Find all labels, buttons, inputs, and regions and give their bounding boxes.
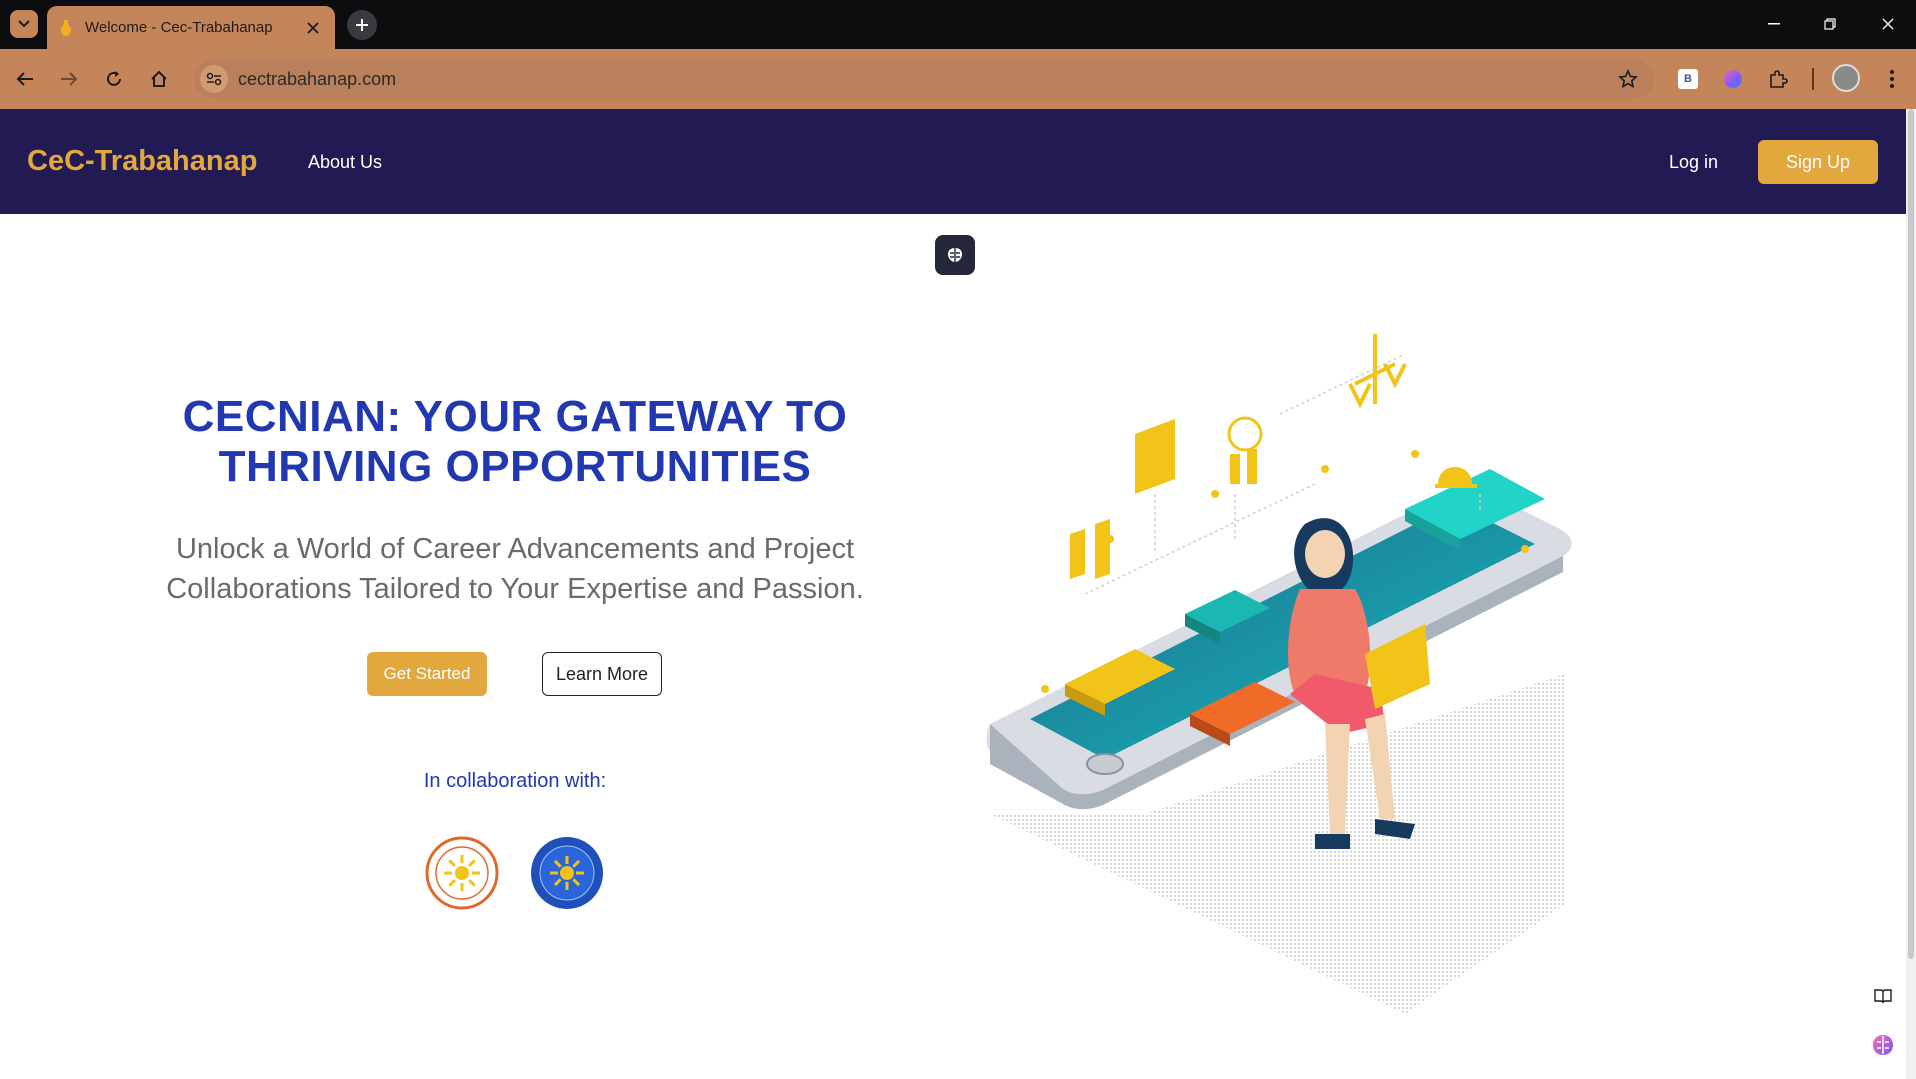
back-button[interactable] bbox=[9, 63, 41, 95]
reload-icon bbox=[107, 71, 121, 86]
hero-title: CECNIAN: YOUR GATEWAY TO THRIVING OPPORT… bbox=[100, 392, 930, 492]
toolbar-divider bbox=[1812, 68, 1814, 90]
page-viewport: CeC-Trabahanap About Us Log in Sign Up C… bbox=[0, 109, 1906, 1079]
b-extension-icon: B bbox=[1678, 69, 1698, 89]
scrollbar-thumb[interactable] bbox=[1908, 109, 1914, 959]
hero-subtitle-line-1: Unlock a World of Career Advancements an… bbox=[175, 533, 855, 565]
tab-list-button[interactable] bbox=[10, 10, 38, 38]
brain-icon bbox=[948, 248, 962, 262]
forward-button[interactable] bbox=[53, 63, 85, 95]
address-bar[interactable]: cectrabahanap.com bbox=[194, 59, 1654, 99]
close-icon bbox=[1882, 18, 1894, 30]
book-icon bbox=[1874, 989, 1892, 1004]
close-window-button[interactable] bbox=[1866, 8, 1910, 40]
site-brand-logo[interactable]: CeC-Trabahanap bbox=[27, 145, 257, 178]
chevron-down-icon bbox=[18, 20, 30, 28]
profile-avatar[interactable] bbox=[1832, 64, 1860, 92]
tune-icon bbox=[206, 72, 222, 86]
nav-about-link[interactable]: About Us bbox=[308, 152, 382, 173]
cristal-college-logo bbox=[425, 836, 499, 910]
hero-subtitle: Unlock a World of Career Advancements an… bbox=[130, 529, 900, 609]
b-extension-button[interactable]: B bbox=[1673, 64, 1703, 94]
browser-toolbar: cectrabahanap.com B bbox=[0, 49, 1916, 109]
tab-close-icon[interactable] bbox=[303, 18, 323, 38]
plus-icon bbox=[356, 19, 368, 31]
reload-button[interactable] bbox=[98, 63, 130, 95]
ai-brain-icon bbox=[1873, 1035, 1893, 1055]
hero-title-line-1: CECNIAN: YOUR GATEWAY TO bbox=[182, 392, 848, 441]
restore-button[interactable] bbox=[1808, 8, 1852, 40]
browser-tab[interactable]: Welcome - Cec-Trabahanap bbox=[47, 6, 335, 49]
home-button[interactable] bbox=[143, 63, 175, 95]
learn-more-button[interactable]: Learn More bbox=[542, 652, 662, 696]
restore-icon bbox=[1824, 18, 1836, 30]
minimize-button[interactable] bbox=[1752, 8, 1796, 40]
arrow-left-icon bbox=[16, 72, 33, 86]
extensions-button[interactable] bbox=[1763, 64, 1793, 94]
login-link[interactable]: Log in bbox=[1669, 152, 1718, 173]
page-scrollbar[interactable] bbox=[1906, 109, 1916, 1079]
ai-assistant-button[interactable] bbox=[1865, 1027, 1901, 1063]
computer-studies-logo bbox=[531, 837, 603, 909]
hero-illustration bbox=[986, 334, 1572, 1014]
star-icon bbox=[1618, 69, 1638, 89]
floating-extension-button[interactable] bbox=[935, 235, 975, 275]
signup-button[interactable]: Sign Up bbox=[1758, 140, 1878, 184]
color-extension-button[interactable] bbox=[1718, 64, 1748, 94]
site-info-button[interactable] bbox=[200, 65, 228, 93]
site-favicon-icon bbox=[61, 19, 71, 36]
bookmark-star-button[interactable] bbox=[1616, 67, 1640, 91]
arrow-right-icon bbox=[61, 72, 78, 86]
gradient-orb-icon bbox=[1724, 70, 1742, 88]
kebab-menu-icon bbox=[1890, 70, 1894, 88]
get-started-button[interactable]: Get Started bbox=[367, 652, 487, 696]
browser-tab-bar: Welcome - Cec-Trabahanap bbox=[0, 0, 1916, 49]
puzzle-icon bbox=[1770, 70, 1788, 88]
hero-title-line-2: THRIVING OPPORTUNITIES bbox=[218, 442, 812, 491]
url-text: cectrabahanap.com bbox=[238, 69, 397, 89]
minimize-icon bbox=[1768, 23, 1780, 25]
reading-mode-button[interactable] bbox=[1865, 978, 1901, 1014]
browser-menu-button[interactable] bbox=[1876, 63, 1908, 95]
tab-title: Welcome - Cec-Trabahanap bbox=[85, 19, 273, 36]
hero-subtitle-line-2: Collaborations Tailored to Your Expertis… bbox=[166, 573, 864, 605]
new-tab-button[interactable] bbox=[347, 10, 377, 40]
collaboration-label: In collaboration with: bbox=[423, 770, 607, 792]
home-icon bbox=[151, 70, 167, 87]
site-navbar: CeC-Trabahanap About Us Log in Sign Up bbox=[0, 109, 1906, 214]
